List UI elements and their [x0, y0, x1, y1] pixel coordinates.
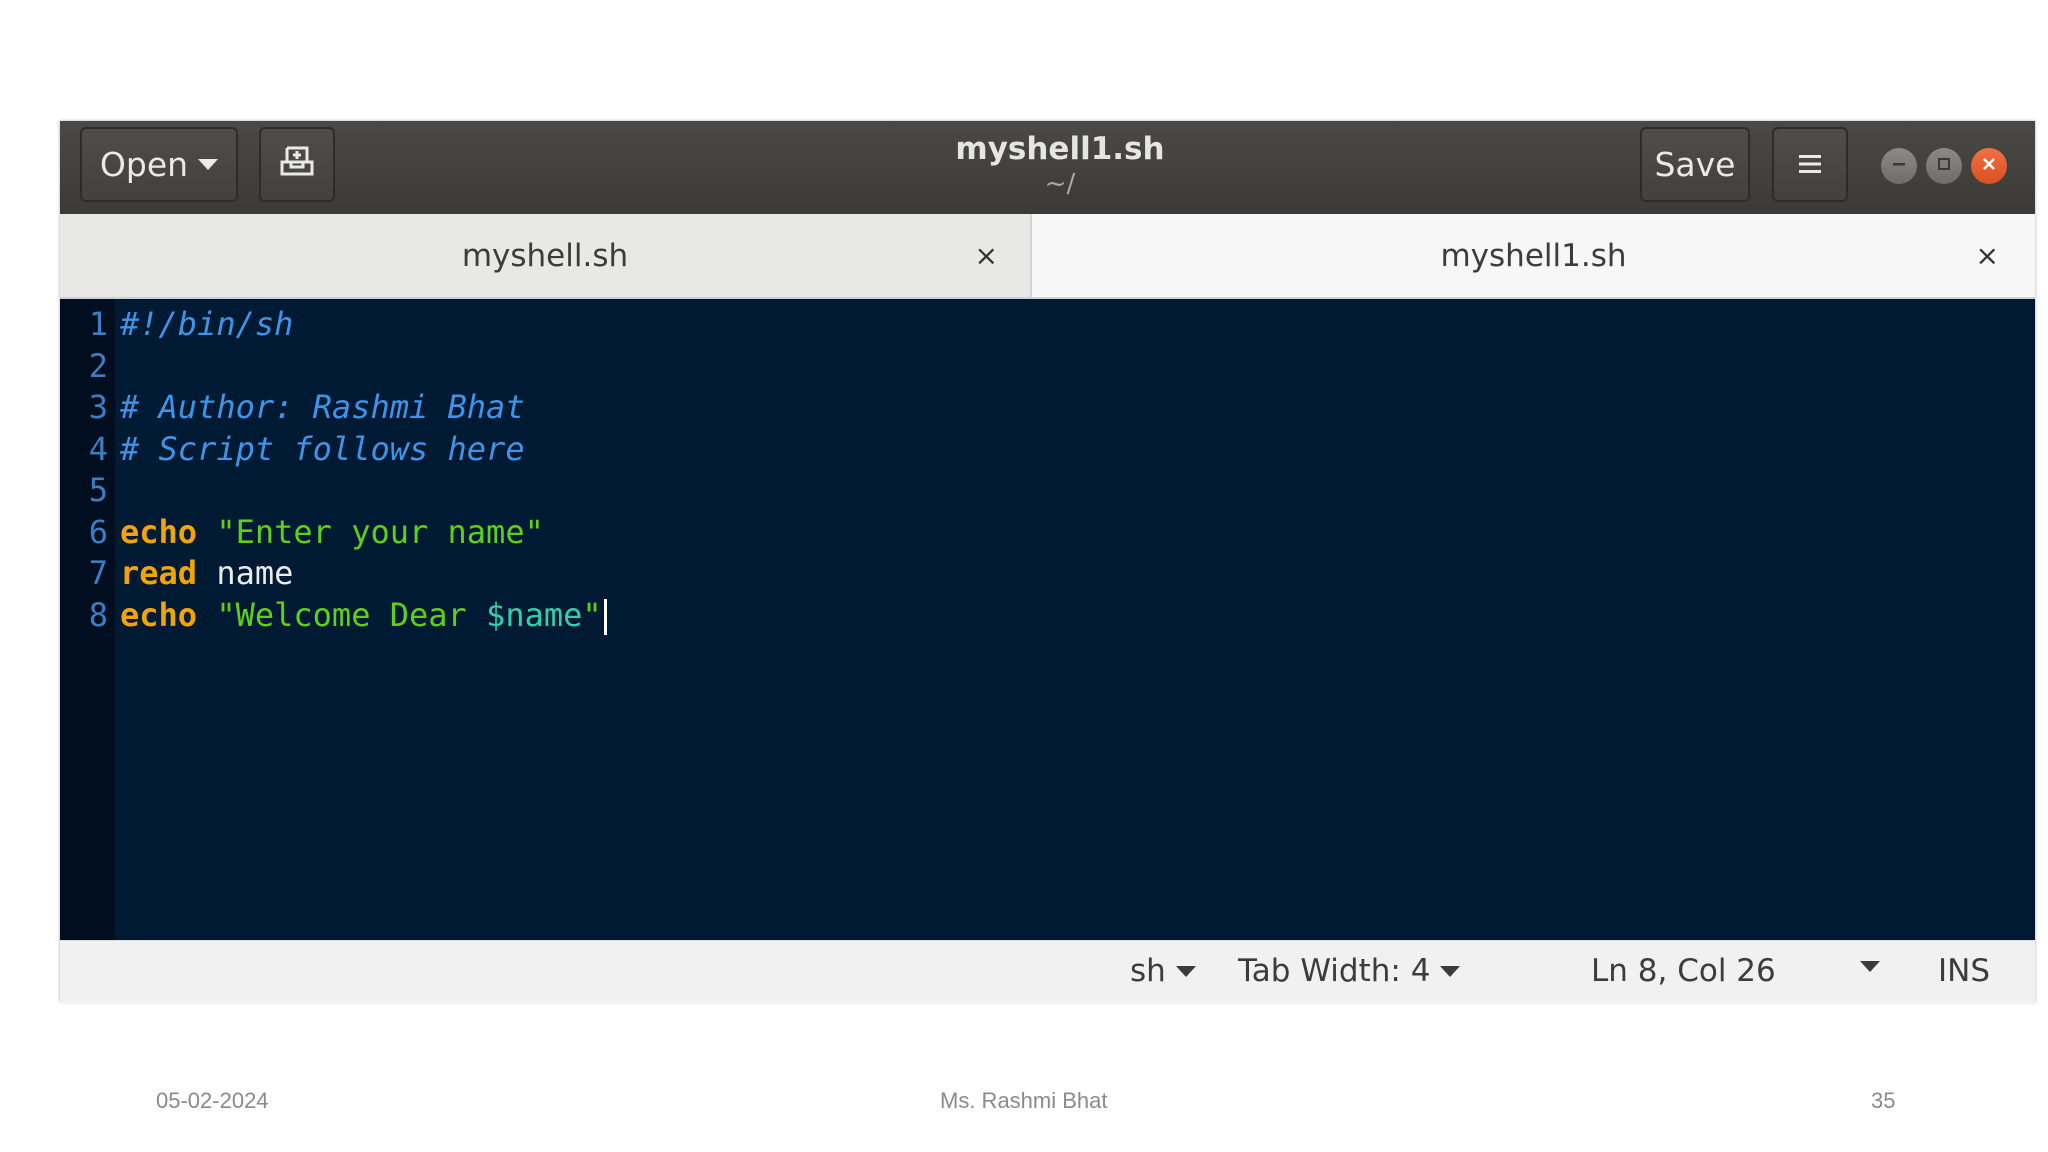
- tab-label: myshell1.sh: [1440, 237, 1627, 274]
- language-label: sh: [1130, 953, 1166, 989]
- maximize-button[interactable]: [1926, 148, 1962, 184]
- comment: #!/bin/sh: [120, 305, 294, 343]
- chevron-down-icon: [1175, 965, 1196, 977]
- tab-myshell[interactable]: myshell.sh ×: [60, 214, 1030, 297]
- line-number: 8: [88, 595, 108, 634]
- code-line: 3 # Author: Rashmi Bhat: [60, 384, 2035, 426]
- maximize-icon: [1935, 155, 1953, 177]
- gedit-window: Open myshell1.sh ~/ Save myshell.sh × my…: [60, 121, 2035, 1003]
- open-button[interactable]: Open: [80, 127, 238, 202]
- window-title: myshell1.sh ~/: [760, 131, 1360, 199]
- code-line: 2: [60, 343, 2035, 385]
- argument: name: [216, 554, 294, 592]
- keyword: echo: [120, 595, 198, 634]
- minimize-button[interactable]: [1881, 148, 1917, 184]
- save-label: Save: [1654, 145, 1736, 184]
- slide-author: Ms. Rashmi Bhat: [940, 1088, 1108, 1113]
- code-line: 4 # Script follows here: [60, 426, 2035, 468]
- tab-width-label: Tab Width: 4: [1238, 953, 1431, 989]
- file-path: ~/: [1044, 169, 1076, 199]
- close-button[interactable]: [1971, 148, 2007, 184]
- keyword: echo: [120, 512, 198, 551]
- file-title: myshell1.sh: [955, 131, 1165, 167]
- slide-date: 05-02-2024: [156, 1088, 269, 1113]
- tab-width-selector[interactable]: Tab Width: 4: [1238, 953, 1461, 989]
- line-number: 4: [88, 429, 108, 468]
- insert-mode-indicator[interactable]: INS: [1938, 953, 1990, 989]
- position-menu-button[interactable]: [1850, 961, 1880, 972]
- hamburger-menu-icon: [1797, 145, 1823, 184]
- text-cursor: [603, 598, 607, 635]
- tab-label: myshell.sh: [461, 237, 629, 274]
- code-line: 6 echo "Enter your name": [60, 509, 2035, 551]
- menu-button[interactable]: [1772, 127, 1848, 202]
- comment: # Author: Rashmi Bhat: [120, 388, 525, 426]
- line-number: 3: [88, 388, 108, 426]
- cursor-position[interactable]: Ln 8, Col 26: [1591, 953, 1776, 989]
- cursor-position-label: Ln 8, Col 26: [1591, 953, 1776, 989]
- keyword: read: [120, 554, 198, 592]
- code-line: 1 #!/bin/sh: [60, 301, 2035, 343]
- tab-myshell1[interactable]: myshell1.sh ×: [1030, 214, 2035, 297]
- code-line: 7 read name: [60, 550, 2035, 592]
- header-bar: Open myshell1.sh ~/ Save: [60, 121, 2035, 214]
- comment: # Script follows here: [120, 429, 525, 468]
- tab-close-icon[interactable]: ×: [975, 239, 998, 272]
- code-line: 5: [60, 467, 2035, 509]
- tab-close-icon[interactable]: ×: [1976, 239, 1999, 272]
- string-literal: "Enter your name": [216, 512, 544, 551]
- string-literal: ": [582, 595, 602, 634]
- chevron-down-icon: [198, 159, 219, 170]
- line-number: 2: [88, 346, 108, 385]
- close-icon: [1980, 155, 1998, 177]
- language-selector[interactable]: sh: [1130, 953, 1196, 989]
- open-label: Open: [99, 145, 189, 184]
- line-number: 6: [88, 512, 108, 551]
- slide-page-number: 35: [1871, 1088, 1896, 1113]
- variable: $name: [486, 595, 583, 634]
- chevron-down-icon: [1440, 965, 1461, 977]
- code-line: 8 echo "Welcome Dear $name": [60, 592, 2035, 635]
- tab-bar: myshell.sh × myshell1.sh ×: [60, 214, 2035, 299]
- string-literal: "Welcome Dear: [216, 595, 487, 634]
- save-button[interactable]: Save: [1640, 127, 1750, 202]
- minimize-icon: [1890, 155, 1908, 177]
- new-document-button[interactable]: [259, 127, 335, 202]
- status-bar: sh Tab Width: 4 Ln 8, Col 26 INS: [60, 940, 2035, 1003]
- chevron-down-icon: [1860, 961, 1880, 972]
- line-number: 1: [88, 305, 108, 343]
- line-number: 7: [88, 554, 108, 592]
- code-editor[interactable]: 1 #!/bin/sh 2 3 # Author: Rashmi Bhat 4 …: [60, 299, 2035, 940]
- new-document-icon: [279, 144, 315, 186]
- line-number: 5: [88, 471, 108, 509]
